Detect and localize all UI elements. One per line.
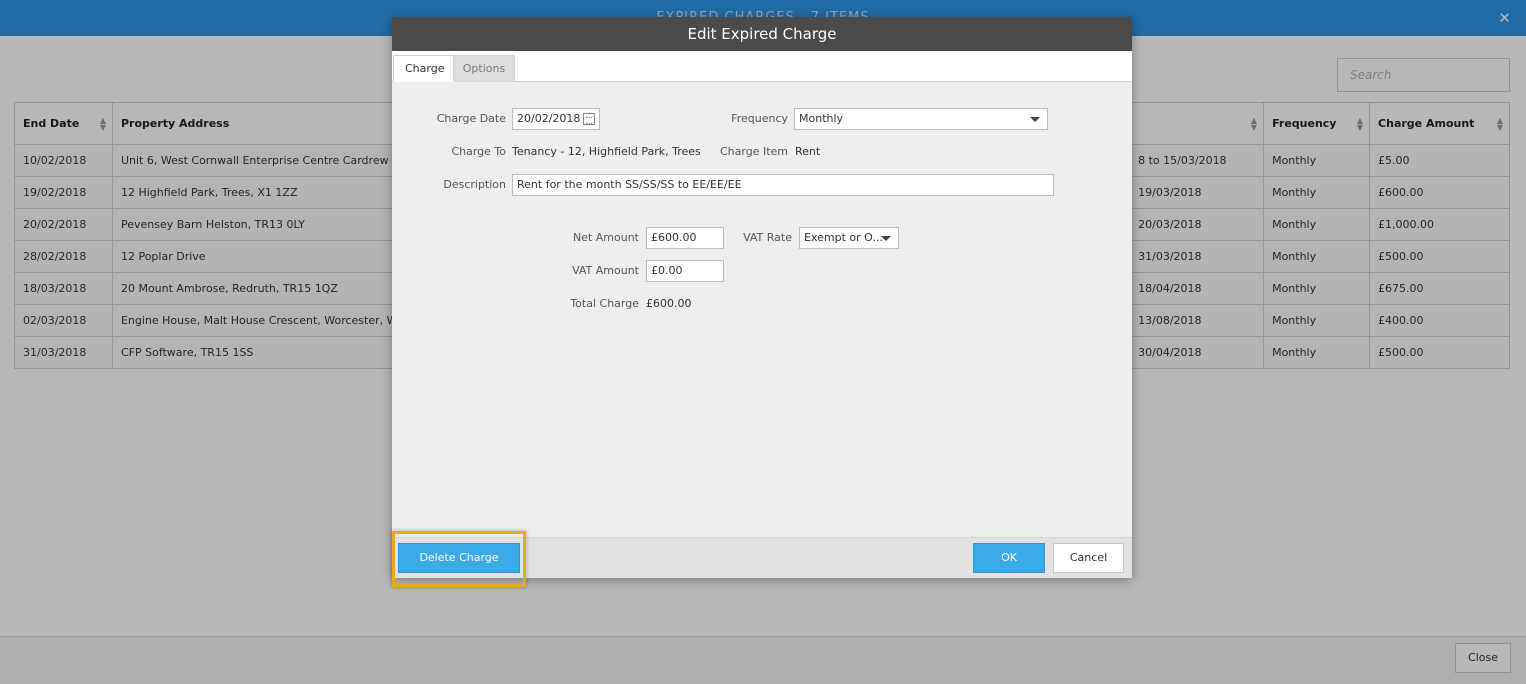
cancel-button[interactable]: Cancel bbox=[1053, 543, 1124, 573]
charge-date-value: 20/02/2018 bbox=[517, 112, 581, 125]
net-amount-label: Net Amount bbox=[572, 231, 639, 244]
vat-amount-input[interactable]: £0.00 bbox=[646, 260, 724, 282]
net-amount-input[interactable]: £600.00 bbox=[646, 227, 724, 249]
charge-to-label: Charge To bbox=[451, 145, 506, 158]
frequency-select[interactable]: Monthly bbox=[794, 108, 1048, 130]
tab-charge[interactable]: Charge bbox=[393, 55, 457, 82]
vat-rate-select[interactable]: Exempt or O... bbox=[799, 227, 899, 249]
ok-button[interactable]: OK bbox=[973, 543, 1045, 573]
description-label: Description bbox=[443, 178, 506, 191]
charge-date-label: Charge Date bbox=[436, 112, 506, 125]
charge-to-value: Tenancy - 12, Highfield Park, Trees bbox=[512, 145, 701, 158]
chevron-down-icon bbox=[1030, 117, 1040, 122]
dialog-tabs: Charge Options bbox=[392, 51, 1132, 82]
edit-expired-charge-dialog: Edit Expired Charge Charge Options Charg… bbox=[392, 17, 1132, 587]
vat-amount-label: VAT Amount bbox=[572, 264, 639, 277]
vat-rate-value: Exempt or O... bbox=[804, 231, 883, 244]
frequency-label: Frequency bbox=[731, 112, 788, 125]
total-charge-label: Total Charge bbox=[570, 297, 639, 310]
total-charge-value: £600.00 bbox=[646, 297, 692, 310]
charge-date-field[interactable]: 20/02/2018 bbox=[512, 108, 600, 130]
charge-item-value: Rent bbox=[795, 145, 821, 158]
calendar-icon[interactable] bbox=[583, 113, 595, 125]
highlight-box bbox=[392, 531, 526, 587]
vat-rate-label: VAT Rate bbox=[743, 231, 792, 244]
chevron-down-icon bbox=[881, 236, 891, 241]
charge-item-label: Charge Item bbox=[719, 145, 788, 158]
dialog-title: Edit Expired Charge bbox=[392, 17, 1132, 51]
frequency-value: Monthly bbox=[799, 112, 844, 125]
description-input[interactable]: Rent for the month SS/SS/SS to EE/EE/EE bbox=[512, 174, 1054, 196]
tab-options[interactable]: Options bbox=[453, 55, 515, 82]
